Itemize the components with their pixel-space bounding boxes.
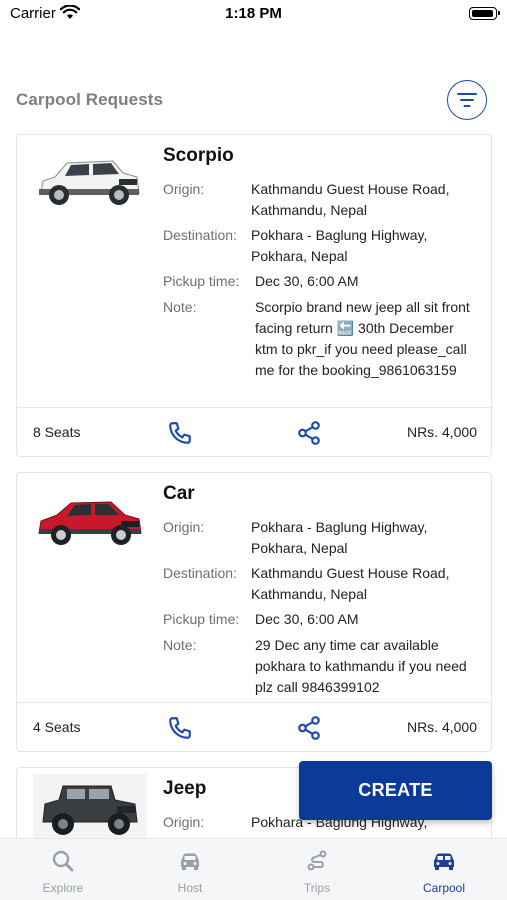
- tab-host[interactable]: Host: [127, 839, 253, 900]
- car-image: [33, 149, 147, 223]
- card-footer: 8 Seats NRs. 4,000: [17, 407, 493, 457]
- origin-label: Origin:: [163, 814, 205, 830]
- pickup-row: Pickup time: Dec 30, 6:00 AM: [163, 609, 483, 630]
- phone-icon[interactable]: [167, 715, 193, 741]
- route-icon: [307, 850, 327, 871]
- pickup-row: Pickup time: Dec 30, 6:00 AM: [163, 271, 483, 292]
- destination-row: Destination: Kathmandu Guest House Road,…: [163, 563, 483, 605]
- note-label: Note:: [163, 299, 197, 315]
- seats-count: 4 Seats: [33, 719, 81, 735]
- car-image: [33, 487, 147, 561]
- card-title: Scorpio: [163, 145, 234, 166]
- note-label: Note:: [163, 637, 197, 653]
- pickup-value: Dec 30, 6:00 AM: [255, 273, 359, 289]
- share-icon[interactable]: [296, 420, 322, 446]
- tab-label: Trips: [303, 881, 331, 895]
- note-value: 29 Dec any time car available pokhara to…: [255, 637, 467, 695]
- origin-value: Kathmandu Guest House Road, Kathmandu, N…: [251, 181, 450, 218]
- tab-label: Carpool: [422, 881, 466, 895]
- destination-value: Pokhara - Baglung Highway, Pokhara, Nepa…: [251, 227, 428, 264]
- filter-icon: [457, 93, 477, 107]
- phone-icon[interactable]: [167, 420, 193, 446]
- price: NRs. 4,000: [406, 719, 477, 735]
- pickup-value: Dec 30, 6:00 AM: [255, 611, 359, 627]
- origin-value: Pokhara - Baglung Highway, Pokhara, Nepa…: [251, 519, 428, 556]
- tab-bar: Explore Host Trips Carpool: [0, 838, 507, 900]
- card-title: Jeep: [163, 778, 207, 799]
- note-row: Note: Scorpio brand new jeep all sit fro…: [163, 297, 483, 402]
- price: NRs. 4,000: [406, 424, 477, 440]
- car-icon: [181, 853, 199, 870]
- card-title: Car: [163, 483, 195, 504]
- carpool-icon: [434, 853, 454, 870]
- carpool-card[interactable]: Scorpio Origin: Kathmandu Guest House Ro…: [16, 134, 493, 457]
- destination-row: Destination: Pokhara - Baglung Highway, …: [163, 225, 483, 267]
- destination-value: Kathmandu Guest House Road, Kathmandu, N…: [251, 565, 450, 602]
- tab-label: Host: [177, 881, 203, 895]
- page-title: Carpool Requests: [16, 90, 164, 109]
- filter-button[interactable]: [447, 80, 487, 120]
- tab-label: Explore: [42, 881, 84, 895]
- pickup-label: Pickup time:: [163, 611, 240, 627]
- destination-label: Destination:: [163, 565, 237, 581]
- create-button[interactable]: CREATE: [299, 761, 492, 820]
- tab-trips[interactable]: Trips: [254, 839, 380, 900]
- share-icon[interactable]: [296, 715, 322, 741]
- tab-carpool[interactable]: Carpool: [381, 839, 507, 900]
- pickup-label: Pickup time:: [163, 273, 240, 289]
- origin-label: Origin:: [163, 181, 205, 197]
- origin-row: Origin: Pokhara - Baglung Highway, Pokha…: [163, 517, 483, 559]
- status-bar: Carrier 1:18 PM: [0, 0, 507, 30]
- seats-count: 8 Seats: [33, 424, 81, 440]
- battery-icon: [469, 7, 500, 20]
- tab-explore[interactable]: Explore: [0, 839, 126, 900]
- search-icon: [52, 850, 74, 872]
- carpool-card[interactable]: Car Origin: Pokhara - Baglung Highway, P…: [16, 472, 493, 752]
- car-image: [33, 774, 147, 848]
- card-footer: 4 Seats NRs. 4,000: [17, 702, 493, 752]
- origin-row: Origin: Kathmandu Guest House Road, Kath…: [163, 179, 483, 221]
- origin-label: Origin:: [163, 519, 205, 535]
- destination-label: Destination:: [163, 227, 237, 243]
- note-row: Note: 29 Dec any time car available pokh…: [163, 635, 483, 698]
- clock: 1:18 PM: [225, 5, 282, 22]
- note-value: Scorpio brand new jeep all sit front fac…: [255, 299, 470, 378]
